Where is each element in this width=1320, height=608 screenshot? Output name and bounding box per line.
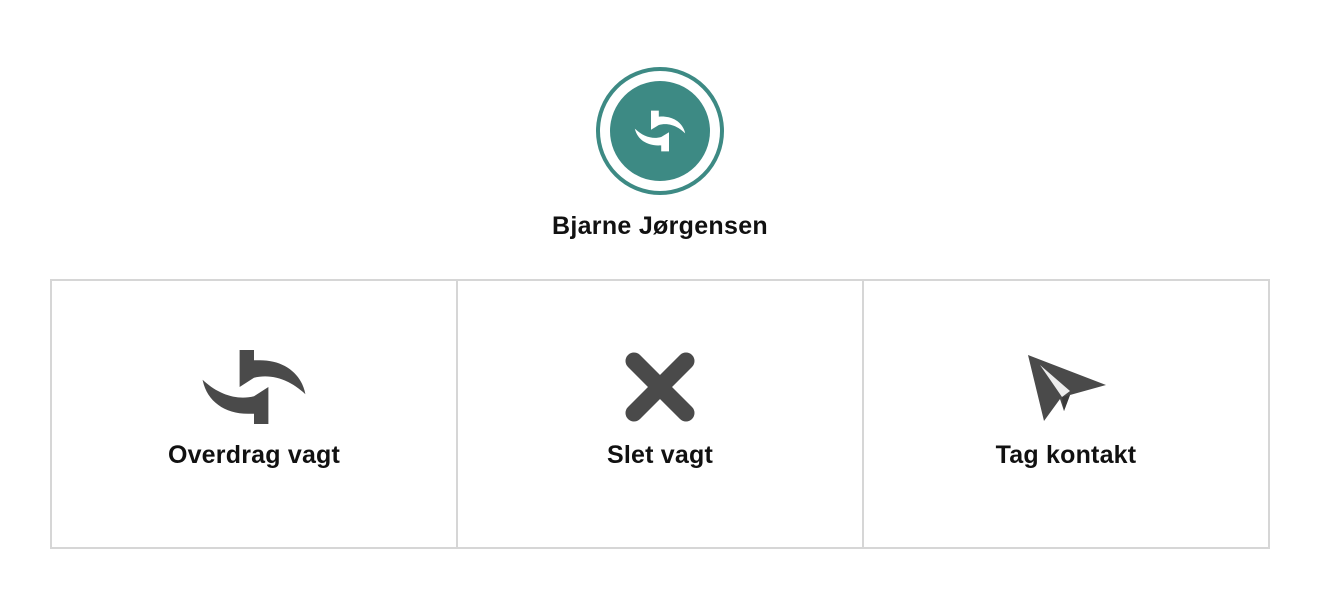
swap-arrows-icon [634,110,686,152]
delete-shift-label: Slet vagt [607,441,713,469]
shift-actions-page: Bjarne Jørgensen Overdrag vagt Slet vagt [0,0,1320,608]
transfer-shift-label: Overdrag vagt [167,441,341,469]
contact-label: Tag kontakt [995,441,1137,469]
action-grid: Overdrag vagt Slet vagt Tag kontakt [50,279,1270,549]
person-name: Bjarne Jørgensen [552,212,768,240]
delete-shift-button[interactable]: Slet vagt [456,281,862,547]
swap-arrows-icon [199,347,309,427]
close-icon [605,347,715,427]
avatar [596,67,724,195]
avatar-badge [610,81,710,181]
transfer-shift-button[interactable]: Overdrag vagt [52,281,456,547]
paper-plane-icon [1011,347,1121,427]
contact-button[interactable]: Tag kontakt [862,281,1268,547]
